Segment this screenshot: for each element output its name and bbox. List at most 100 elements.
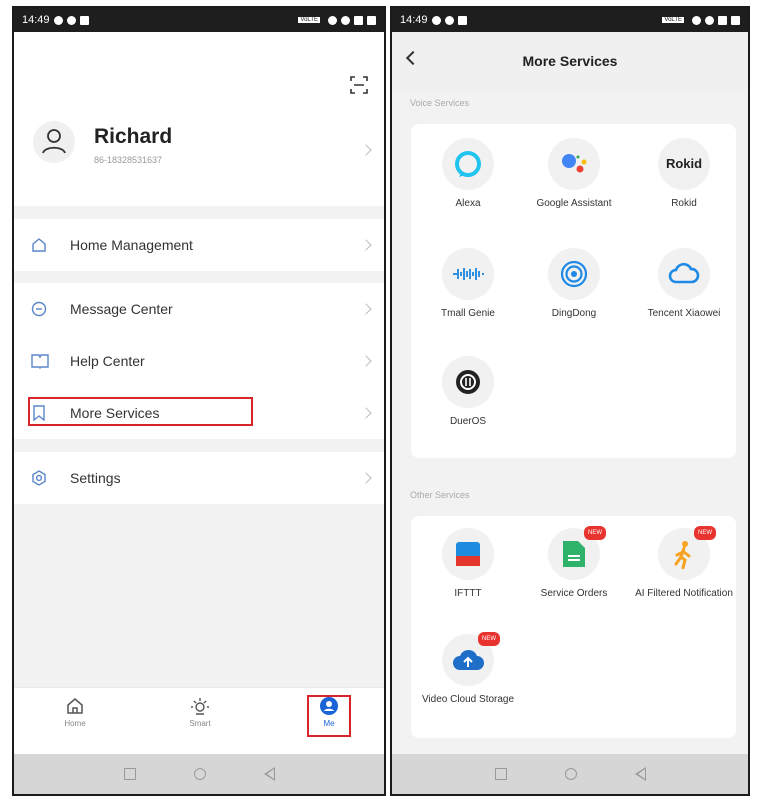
menu-label: Help Center (70, 353, 145, 369)
new-badge: NEW (478, 632, 500, 646)
google-assistant-icon (548, 138, 600, 190)
section-other-services: Other Services (410, 490, 470, 500)
status-bar: 14:49 VoLTE (392, 8, 748, 32)
service-tencent-xiaowei[interactable]: Tencent Xiaowei (629, 248, 739, 320)
service-label: IFTTT (454, 588, 482, 599)
rokid-icon: Rokid (658, 138, 710, 190)
video-cloud-icon: NEW (442, 632, 500, 686)
signal-icon (718, 15, 727, 25)
other-services-card: IFTTT NEW Service Orders NEW AI Filtered… (411, 516, 736, 738)
section-voice-services: Voice Services (410, 98, 470, 108)
bottom-tab-bar: Home Smart Me (14, 687, 384, 754)
dueros-icon (442, 356, 494, 408)
chevron-icon (360, 407, 372, 419)
status-time: 14:49 (22, 14, 50, 26)
notification-icon (444, 15, 454, 25)
dnd-icon (328, 15, 337, 25)
left-phone-screen: 14:49 VoLTE Richard 86-18328531637 Home … (12, 6, 386, 796)
back-button[interactable] (263, 767, 275, 781)
notification-icon (53, 15, 63, 25)
menu-help-center[interactable]: Help Center (14, 335, 384, 387)
back-button[interactable] (634, 767, 646, 781)
service-dueros[interactable]: DuerOS (413, 356, 523, 428)
service-ifttt[interactable]: IFTTT (413, 528, 523, 600)
menu-more-services[interactable]: More Services (14, 387, 384, 439)
home-icon (32, 238, 46, 252)
bookmark-icon (33, 405, 45, 421)
highlight-box (307, 695, 351, 737)
page-title: More Services (522, 53, 618, 69)
volte-badge: VoLTE (298, 17, 320, 23)
ifttt-icon (442, 528, 494, 580)
battery-icon (367, 15, 376, 25)
user-phone: 86-18328531637 (94, 155, 163, 165)
book-icon (31, 354, 49, 369)
avatar-icon[interactable] (32, 120, 76, 164)
notification-icon (66, 15, 76, 25)
menu-label: Settings (70, 470, 121, 486)
tab-label: Smart (189, 719, 211, 728)
service-video-cloud-storage[interactable]: NEW Video Cloud Storage (413, 632, 523, 706)
tab-smart[interactable]: Smart (175, 696, 225, 728)
status-time: 14:49 (400, 14, 428, 26)
wifi-icon (705, 15, 714, 25)
wifi-icon (341, 15, 350, 25)
gear-icon (32, 470, 46, 486)
chevron-icon (360, 303, 372, 315)
new-badge: NEW (584, 526, 606, 540)
volte-badge: VoLTE (662, 17, 684, 23)
service-rokid[interactable]: Rokid Rokid (629, 138, 739, 210)
chevron-icon (360, 355, 372, 367)
service-google-assistant[interactable]: Google Assistant (519, 138, 629, 210)
service-alexa[interactable]: Alexa (413, 138, 523, 210)
menu-home-management[interactable]: Home Management (14, 219, 384, 271)
tab-home[interactable]: Home (50, 696, 100, 728)
notification-icon (431, 15, 441, 25)
user-name: Richard (94, 125, 173, 148)
sun-icon (191, 698, 209, 715)
home-tab-icon (67, 698, 83, 714)
service-label: Rokid (671, 198, 697, 209)
alexa-icon (442, 138, 494, 190)
service-label: Tencent Xiaowei (647, 308, 721, 319)
service-orders-icon: NEW (548, 526, 606, 580)
home-button[interactable] (564, 768, 577, 780)
service-label: Video Cloud Storage (421, 694, 515, 705)
signal-icon (354, 15, 363, 25)
chevron-icon (360, 239, 372, 251)
dnd-icon (692, 15, 701, 25)
service-orders[interactable]: NEW Service Orders (519, 526, 629, 600)
service-ai-filtered-notification[interactable]: NEW AI Filtered Notification (629, 526, 739, 600)
status-bar: 14:49 VoLTE (14, 8, 384, 32)
menu-label: Message Center (70, 301, 173, 317)
scan-icon[interactable] (350, 76, 368, 94)
system-nav-bar (392, 754, 748, 794)
message-icon (31, 301, 47, 317)
voice-services-card: Alexa Google Assistant Rokid Rokid Tmall… (411, 124, 736, 458)
tmall-genie-icon (442, 248, 494, 300)
notification-icon (79, 15, 89, 25)
service-label: Alexa (455, 198, 481, 209)
recents-button[interactable] (494, 768, 507, 780)
service-dingdong[interactable]: DingDong (519, 248, 629, 320)
service-label: Tmall Genie (441, 308, 495, 319)
home-button[interactable] (193, 768, 206, 780)
notification-icon (457, 15, 467, 25)
right-phone-screen: 14:49 VoLTE More Services Voice Services… (390, 6, 750, 796)
service-label: AI Filtered Notification (635, 588, 733, 599)
service-label: DingDong (551, 308, 597, 319)
ai-notification-icon: NEW (658, 526, 716, 580)
recents-button[interactable] (123, 768, 136, 780)
menu-label: Home Management (70, 237, 193, 253)
dingdong-icon (548, 248, 600, 300)
service-label: Google Assistant (536, 198, 612, 209)
service-tmall-genie[interactable]: Tmall Genie (413, 248, 523, 320)
menu-settings[interactable]: Settings (14, 452, 384, 504)
service-label: DuerOS (449, 416, 487, 427)
new-badge: NEW (694, 526, 716, 540)
profile-card[interactable] (14, 32, 384, 206)
system-nav-bar (14, 754, 384, 794)
chevron-icon (360, 472, 372, 484)
service-label: Service Orders (540, 588, 608, 599)
menu-message-center[interactable]: Message Center (14, 283, 384, 335)
